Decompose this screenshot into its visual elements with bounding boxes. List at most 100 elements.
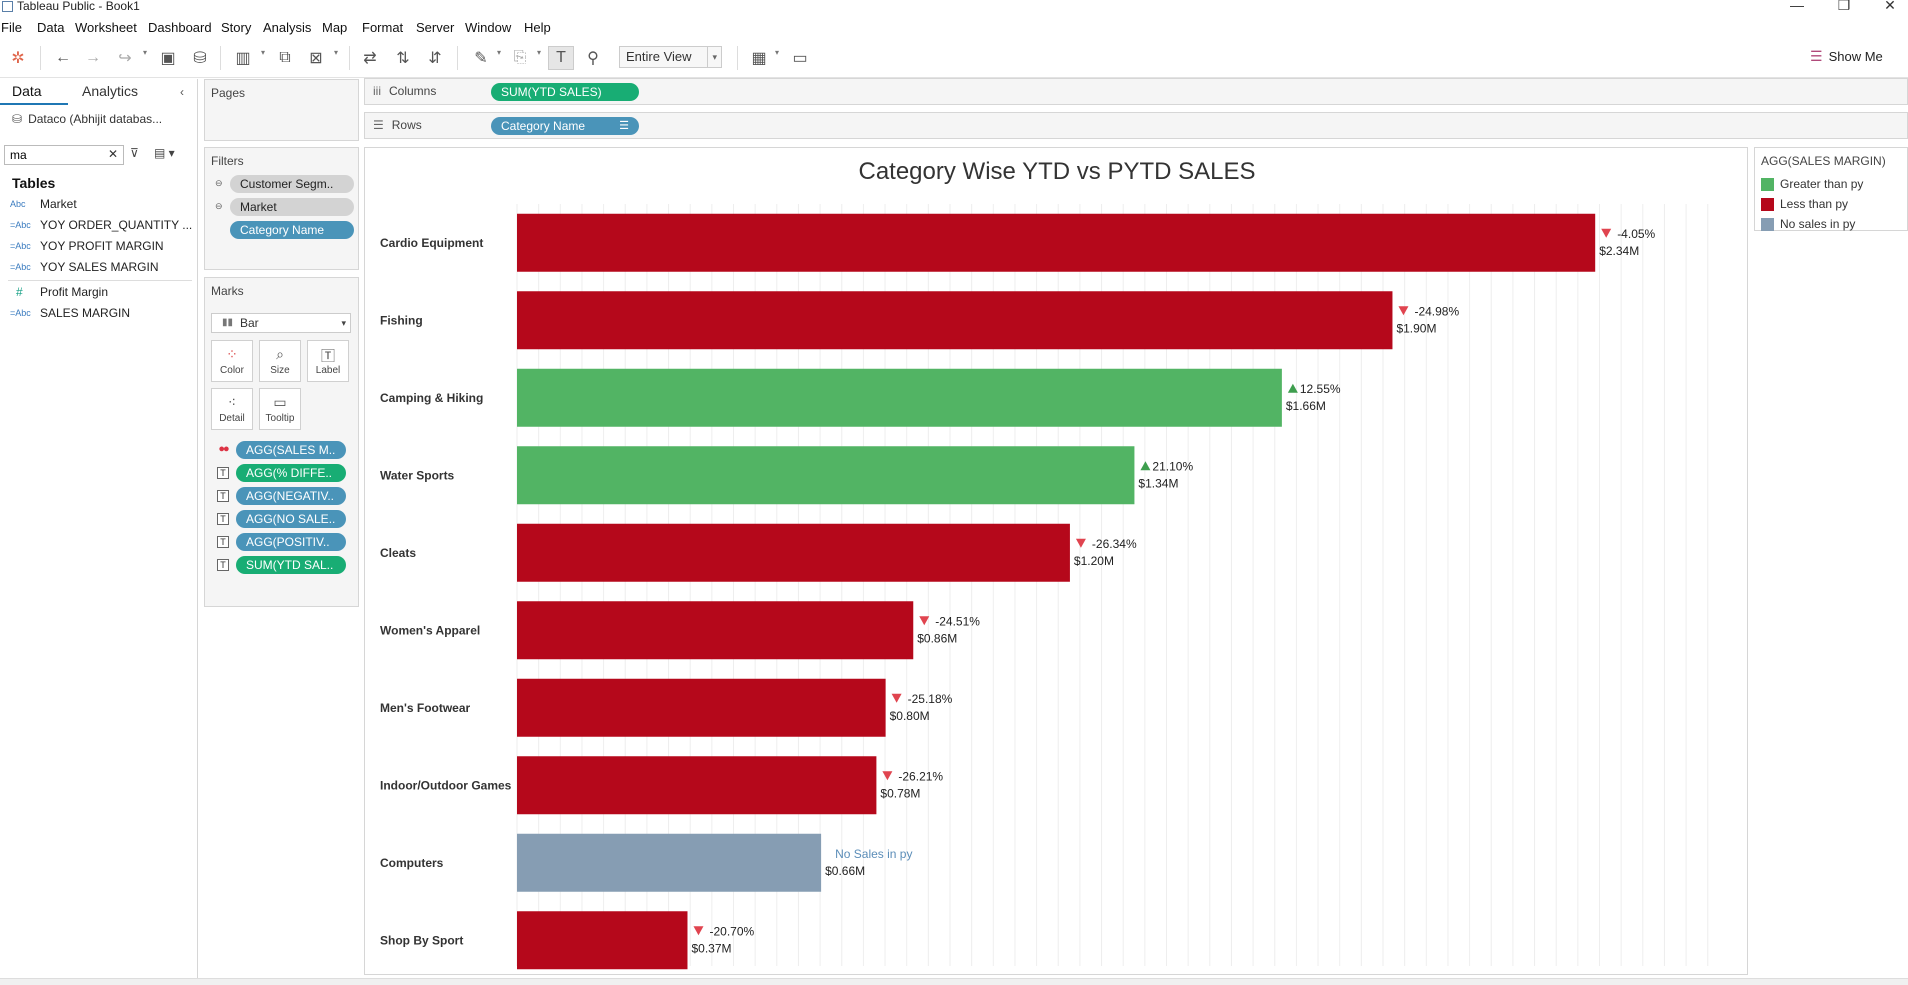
menu-analysis[interactable]: Analysis [263,20,311,35]
legend-item[interactable]: No sales in py [1761,217,1855,231]
field-item[interactable]: =Abc YOY SALES MARGIN [10,260,158,274]
filter-icon[interactable]: ⊽ [130,146,139,160]
clear-search-icon[interactable]: ✕ [108,147,118,161]
show-me-button[interactable]: ☰ Show Me [1810,48,1883,65]
close-button[interactable]: ✕ [1875,0,1905,13]
new-worksheet-icon[interactable]: ▥ [230,46,256,70]
pages-card-title: Pages [211,86,246,100]
marks-field-pill[interactable]: AGG(% DIFFE.. [236,464,346,482]
legend-item[interactable]: Less than py [1761,197,1848,211]
legend-label: No sales in py [1780,217,1856,231]
bar-shop-by-sport[interactable] [517,911,688,970]
marks-detail-button[interactable]: ⁖ Detail [211,388,253,430]
bar-fishing[interactable] [517,291,1393,350]
menu-format[interactable]: Format [362,20,403,35]
marks-field-pill[interactable]: AGG(NEGATIV.. [236,487,346,505]
menu-worksheet[interactable]: Worksheet [75,20,137,35]
bar-men-s-footwear[interactable] [517,678,886,737]
show-mark-labels-icon[interactable]: T [548,46,574,70]
duplicate-sheet-icon[interactable]: ⧉ [272,46,298,70]
redo-icon[interactable]: → [80,46,106,70]
color-legend[interactable]: AGG(SALES MARGIN) Greater than py Less t… [1754,147,1908,231]
marks-field-pill[interactable]: AGG(NO SALE.. [236,510,346,528]
marks-field-pill[interactable]: AGG(POSITIV.. [236,533,346,551]
field-item[interactable]: =Abc YOY PROFIT MARGIN [10,239,164,253]
menu-help[interactable]: Help [524,20,551,35]
legend-item[interactable]: Greater than py [1761,177,1863,191]
show-cards-icon[interactable]: ▦ [746,46,772,70]
save-icon[interactable]: ▣ [155,46,181,70]
toolbar-separator [457,46,458,70]
legend-swatch [1761,197,1774,211]
rows-shelf[interactable]: ☰ Rows Category Name ☰ [364,112,1908,139]
columns-shelf[interactable]: iii Columns SUM(YTD SALES) [364,78,1908,105]
new-datasource-icon[interactable]: ⛁ [187,46,213,70]
bar-cardio-equipment[interactable] [517,213,1596,272]
menu-data[interactable]: Data [37,20,64,35]
field-item[interactable]: # Profit Margin [10,285,108,299]
field-name: YOY ORDER_QUANTITY ... [40,218,193,232]
menu-dashboard[interactable]: Dashboard [148,20,212,35]
bar-cleats[interactable] [517,523,1070,582]
fit-select[interactable]: Entire View ▾ [619,46,722,68]
rows-pill-category-name[interactable]: Category Name ☰ [491,117,639,135]
group-members-icon[interactable]: ⎘ [507,46,533,70]
replay-icon[interactable]: ↪ [112,46,138,70]
view-options-icon[interactable]: ▤ ▾ [154,146,175,160]
sheet-tabs-bar [0,978,1908,985]
show-cards-dropdown-icon[interactable]: ▾ [775,48,779,57]
field-item[interactable]: =Abc YOY ORDER_QUANTITY ... [10,218,192,232]
replay-dropdown-icon[interactable]: ▾ [143,48,147,57]
tableau-logo-icon[interactable]: ✲ [5,46,31,70]
bar-indoor-outdoor-games[interactable] [517,756,877,815]
bar-water-sports[interactable] [517,446,1135,505]
undo-icon[interactable]: ← [50,46,76,70]
highlight-icon[interactable]: ✎ [468,46,494,70]
marks-field-row: T SUM(YTD SAL.. [211,555,356,575]
marks-field-pill[interactable]: AGG(SALES M.. [236,441,346,459]
group-dropdown-icon[interactable]: ▾ [537,48,541,57]
marks-field-pill[interactable]: SUM(YTD SAL.. [236,556,346,574]
filter-pill-market[interactable]: Market [230,198,354,216]
menu-map[interactable]: Map [322,20,347,35]
swap-rows-columns-icon[interactable]: ⇄ [357,46,383,70]
highlight-dropdown-icon[interactable]: ▾ [497,48,501,57]
field-search-input[interactable] [4,145,124,165]
field-item[interactable]: =Abc SALES MARGIN [10,306,130,320]
clear-sheet-icon[interactable]: ⊠ [303,46,329,70]
sort-ascending-icon[interactable]: ⇅ [390,46,416,70]
percent-change-label: 12.55% [1300,382,1341,396]
presentation-mode-icon[interactable]: ▭ [787,46,813,70]
menu-server[interactable]: Server [416,20,454,35]
tab-data[interactable]: Data [12,83,42,99]
marks-label-button[interactable]: 🅃 Label [307,340,349,382]
bar-computers[interactable] [517,833,822,892]
tab-analytics[interactable]: Analytics [82,83,138,99]
new-worksheet-dropdown-icon[interactable]: ▾ [261,48,265,57]
bar-women-s-apparel[interactable] [517,601,914,660]
fix-axes-icon[interactable]: ⚲ [580,46,606,70]
no-sales-label: No Sales in py [835,847,912,861]
marks-button-label: Tooltip [265,413,295,424]
marks-tooltip-button[interactable]: ▭ Tooltip [259,388,301,430]
field-item[interactable]: Abc Market [10,197,77,211]
filter-pill-category-name[interactable]: Category Name [230,221,354,239]
minimize-button[interactable]: — [1782,0,1812,13]
sort-descending-icon[interactable]: ⇵ [422,46,448,70]
columns-pill-ytd-sales[interactable]: SUM(YTD SALES) [491,83,639,101]
context-filter-icon: ⊖ [215,201,223,211]
restore-button[interactable]: ❐ [1829,0,1859,13]
collapse-pane-icon[interactable]: ‹ [180,85,184,99]
menu-window[interactable]: Window [465,20,511,35]
pages-card[interactable]: Pages [204,79,359,141]
menu-file[interactable]: File [1,20,22,35]
datasource-item[interactable]: ⛁ Dataco (Abhijit databas... [12,112,162,126]
clear-sheet-dropdown-icon[interactable]: ▾ [334,48,338,57]
marks-size-button[interactable]: ⌕ Size [259,340,301,382]
tableau-window: Tableau Public - Book1 — ❐ ✕ File Data W… [0,0,1908,985]
filter-pill-customer-segment[interactable]: Customer Segm.. [230,175,354,193]
bar-camping-hiking[interactable] [517,368,1282,427]
mark-type-select[interactable]: ▮▮ Bar ▾ [211,313,351,333]
marks-color-button[interactable]: ⁘ Color [211,340,253,382]
menu-story[interactable]: Story [221,20,251,35]
